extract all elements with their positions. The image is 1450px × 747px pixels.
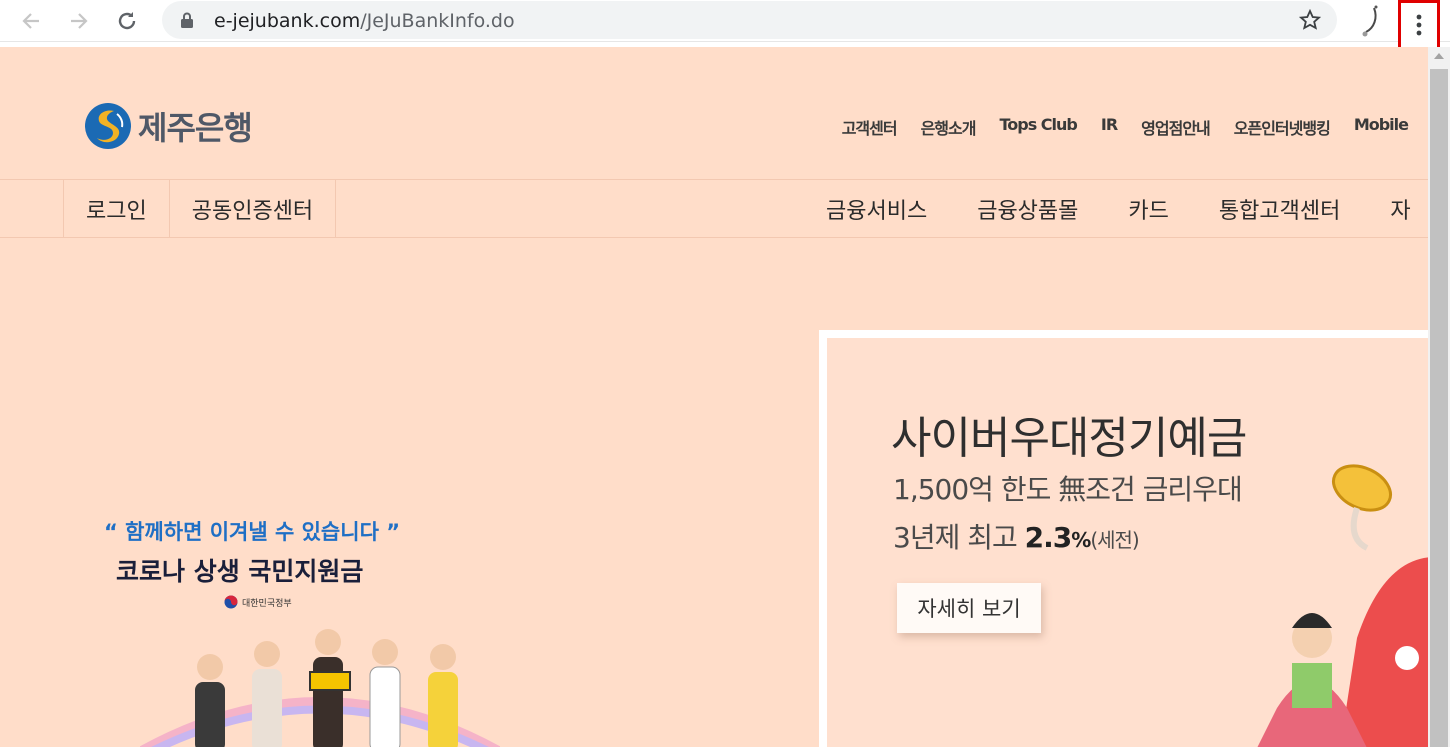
gov-emblem: 대한민국정부 <box>224 595 292 609</box>
covid-title: 코로나 상생 국민지원금 <box>116 557 364 586</box>
gnb-financial-services[interactable]: 금융서비스 <box>826 193 927 225</box>
util-nav-branch-info[interactable]: 영업점안내 <box>1141 115 1211 139</box>
url-path: /JeJuBankInfo.do <box>360 10 515 32</box>
covid-slogan: “ 함께하면 이겨낼 수 있습니다 ” <box>104 520 400 544</box>
gnb-integrated-customer-center[interactable]: 통합고객센터 <box>1219 193 1340 225</box>
people-illustration <box>140 629 500 747</box>
brand-name: 제주은행 <box>138 109 253 147</box>
scrollbar-thumb[interactable] <box>1430 69 1448 747</box>
product-line-2: 3년제 최고 2.3%(세전) <box>893 516 1140 556</box>
gnb-left: 로그인 공동인증센터 <box>63 180 337 237</box>
page-scrollbar[interactable] <box>1428 47 1450 747</box>
site-logo[interactable]: 제주은행 <box>84 102 253 150</box>
jejubank-logo-icon <box>85 103 131 149</box>
gnb-right: 금융서비스 금융상품몰 카드 통합고객센터 자 <box>826 180 1411 237</box>
scroll-up-arrow-icon[interactable] <box>1434 53 1444 59</box>
global-nav: 로그인 공동인증센터 금융서비스 금융상품몰 카드 통합고객센터 자 <box>0 179 1428 238</box>
login-link[interactable]: 로그인 <box>63 180 169 237</box>
forward-button[interactable] <box>64 6 94 36</box>
product-promo-inner: 사이버우대정기예금 1,500억 한도 無조건 금리우대 3년제 최고 2.3%… <box>827 338 1428 747</box>
star-icon[interactable] <box>1299 9 1321 31</box>
url-host: e-jejubank.com <box>214 10 361 32</box>
rate-prefix: 3년제 최고 <box>893 521 1025 554</box>
util-nav-tops-club[interactable]: Tops Club <box>999 115 1077 139</box>
rate-value: 2.3 <box>1024 521 1073 554</box>
gnb-financial-products[interactable]: 금융상품몰 <box>977 193 1078 225</box>
utility-nav: 고객센터 은행소개 Tops Club IR 영업점안내 오픈인터넷뱅킹 Mob… <box>842 115 1409 139</box>
back-arrow-icon <box>22 13 39 29</box>
extension-icon[interactable] <box>1356 4 1382 38</box>
taegeuk-icon <box>224 595 238 609</box>
lock-icon <box>181 12 193 28</box>
reload-icon <box>118 12 136 30</box>
product-title: 사이버우대정기예금 <box>891 413 1247 464</box>
back-button[interactable] <box>16 6 46 36</box>
certificate-center-link[interactable]: 공동인증센터 <box>168 180 337 237</box>
util-nav-mobile[interactable]: Mobile <box>1354 115 1409 139</box>
product-promo-panel: 사이버우대정기예금 1,500억 한도 無조건 금리우대 3년제 최고 2.3%… <box>819 330 1428 747</box>
coins-lucky-bag-illustration <box>1257 464 1428 747</box>
address-bar[interactable]: e-jejubank.com/JeJuBankInfo.do <box>162 1 1337 39</box>
menu-kebab-icon <box>1416 14 1422 36</box>
page-viewport: 제주은행 고객센터 은행소개 Tops Club IR 영업점안내 오픈인터넷뱅… <box>0 47 1428 747</box>
gnb-cutoff-item[interactable]: 자 <box>1390 193 1410 225</box>
browser-toolbar: e-jejubank.com/JeJuBankInfo.do <box>0 0 1450 50</box>
rate-tax-note: (세전) <box>1090 528 1139 552</box>
reload-button[interactable] <box>112 6 142 36</box>
gnb-card[interactable]: 카드 <box>1128 193 1168 225</box>
covid-support-banner[interactable]: “ 함께하면 이겨낼 수 있습니다 ” 코로나 상생 국민지원금 대한민국정부 <box>100 512 500 747</box>
util-nav-customer-center[interactable]: 고객센터 <box>842 115 898 139</box>
rate-percent: % <box>1071 528 1091 552</box>
product-line-1: 1,500억 한도 無조건 금리우대 <box>893 473 1243 506</box>
util-nav-open-internet-banking[interactable]: 오픈인터넷뱅킹 <box>1234 115 1331 139</box>
view-details-button[interactable]: 자세히 보기 <box>897 583 1041 633</box>
browser-menu-button[interactable] <box>1398 0 1440 50</box>
gov-label: 대한민국정부 <box>242 598 292 609</box>
util-nav-about-bank[interactable]: 은행소개 <box>921 115 977 139</box>
url-text: e-jejubank.com/JeJuBankInfo.do <box>214 10 515 32</box>
forward-arrow-icon <box>71 13 88 29</box>
util-nav-ir[interactable]: IR <box>1101 115 1118 139</box>
